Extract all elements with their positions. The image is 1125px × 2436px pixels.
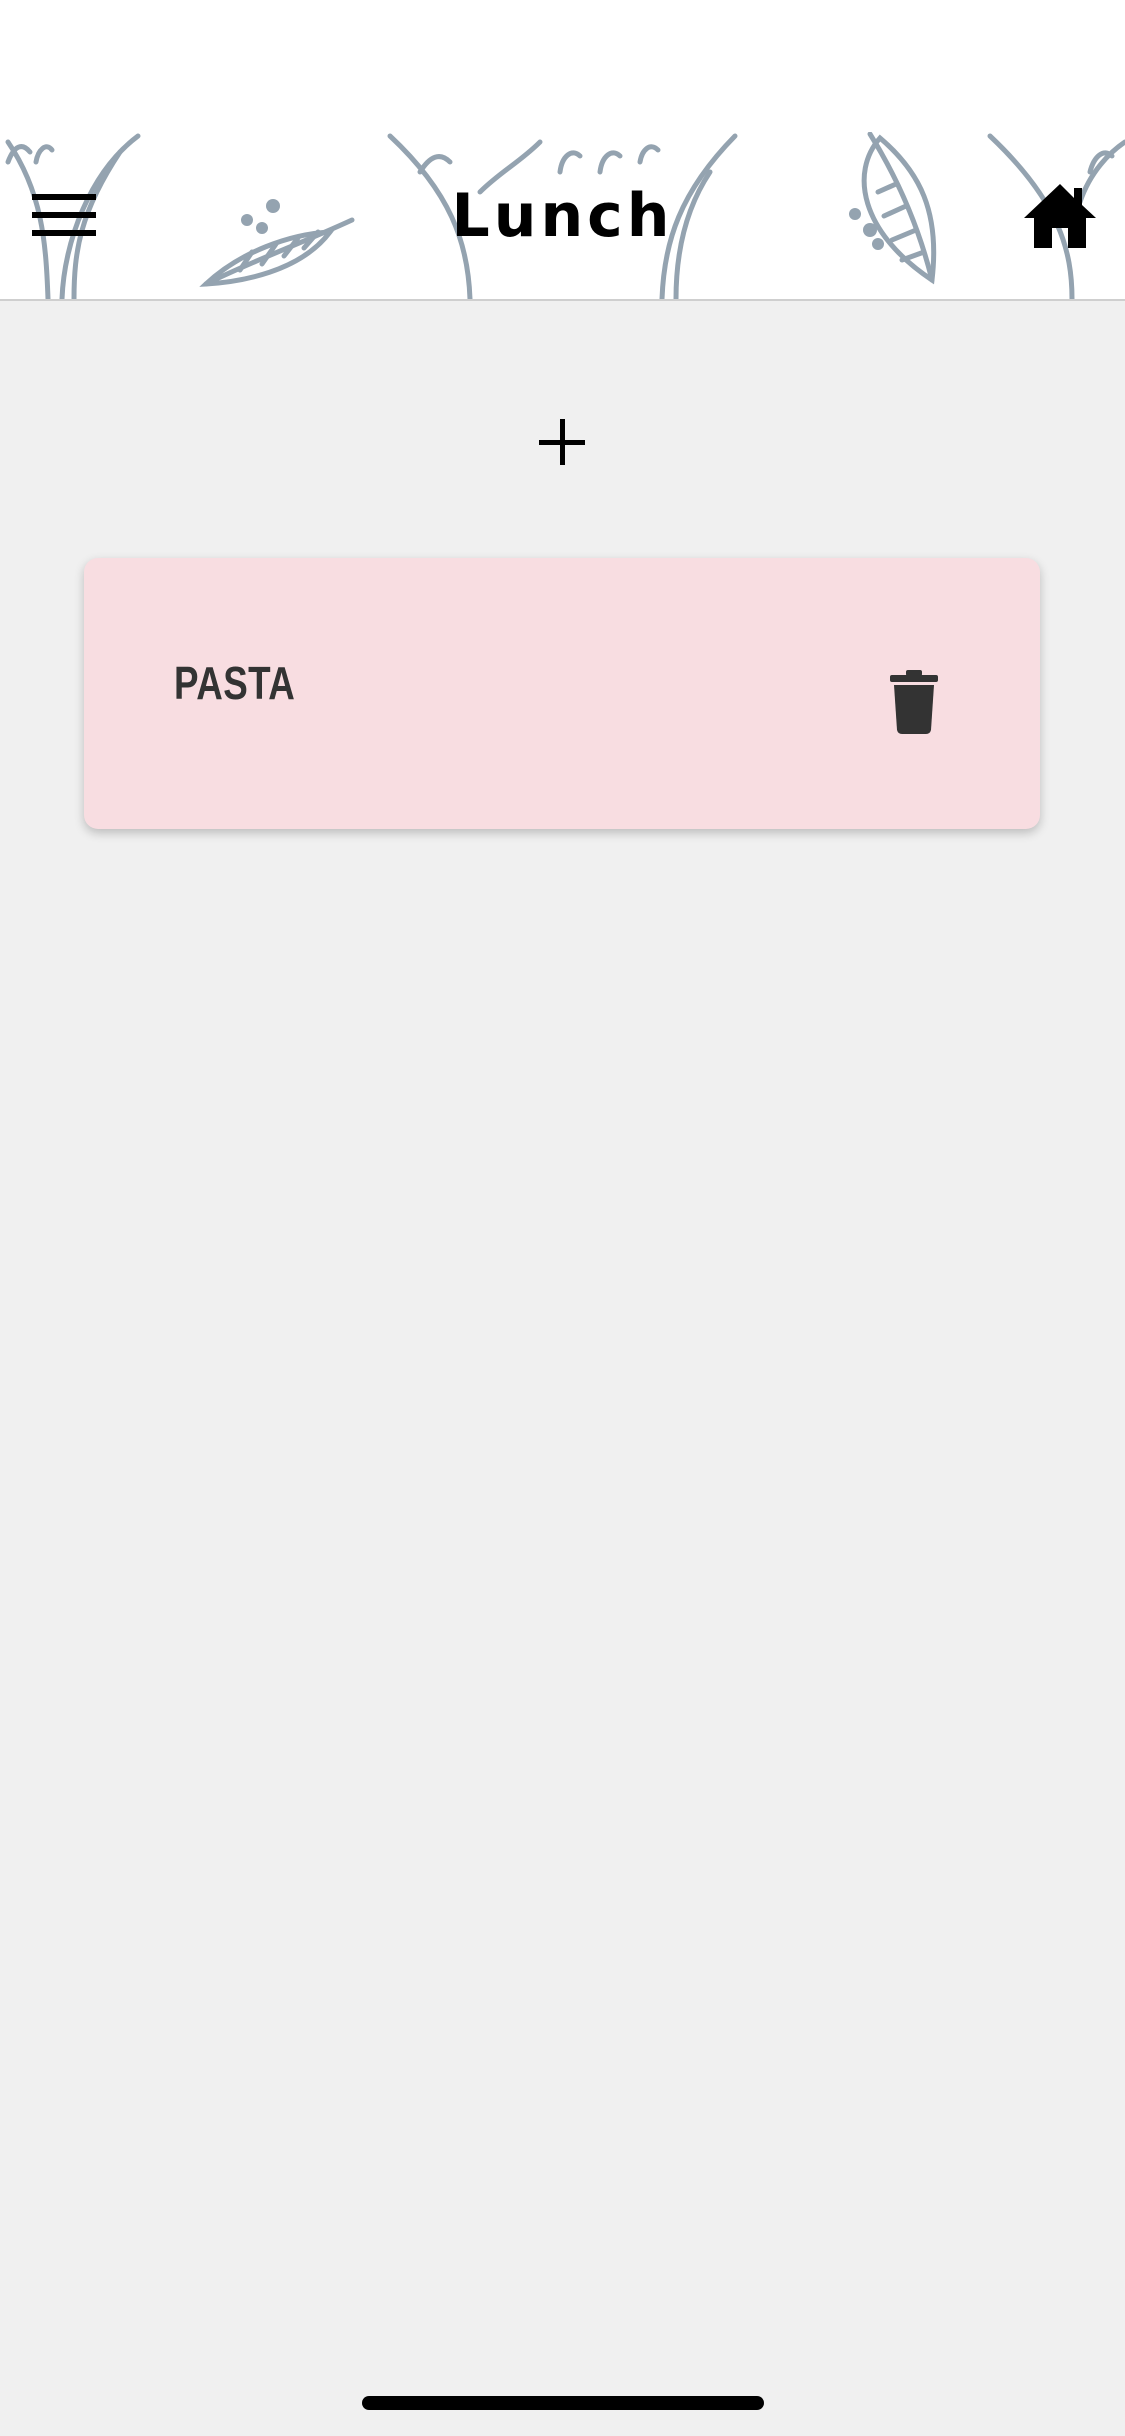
app-header: Lunch [0, 132, 1125, 301]
status-bar [0, 0, 1125, 132]
home-button[interactable] [1020, 178, 1100, 254]
menu-button[interactable] [22, 182, 108, 252]
plus-icon [539, 419, 585, 465]
list-item[interactable]: PASTA [84, 558, 1040, 829]
home-indicator [362, 2396, 764, 2410]
hamburger-menu-icon [32, 194, 96, 236]
botanical-header-decoration [5, 132, 1125, 299]
home-icon [1024, 184, 1096, 248]
add-item-button[interactable] [520, 400, 604, 484]
item-name: PASTA [174, 657, 296, 709]
trash-icon [890, 670, 938, 734]
delete-item-button[interactable] [884, 664, 944, 738]
